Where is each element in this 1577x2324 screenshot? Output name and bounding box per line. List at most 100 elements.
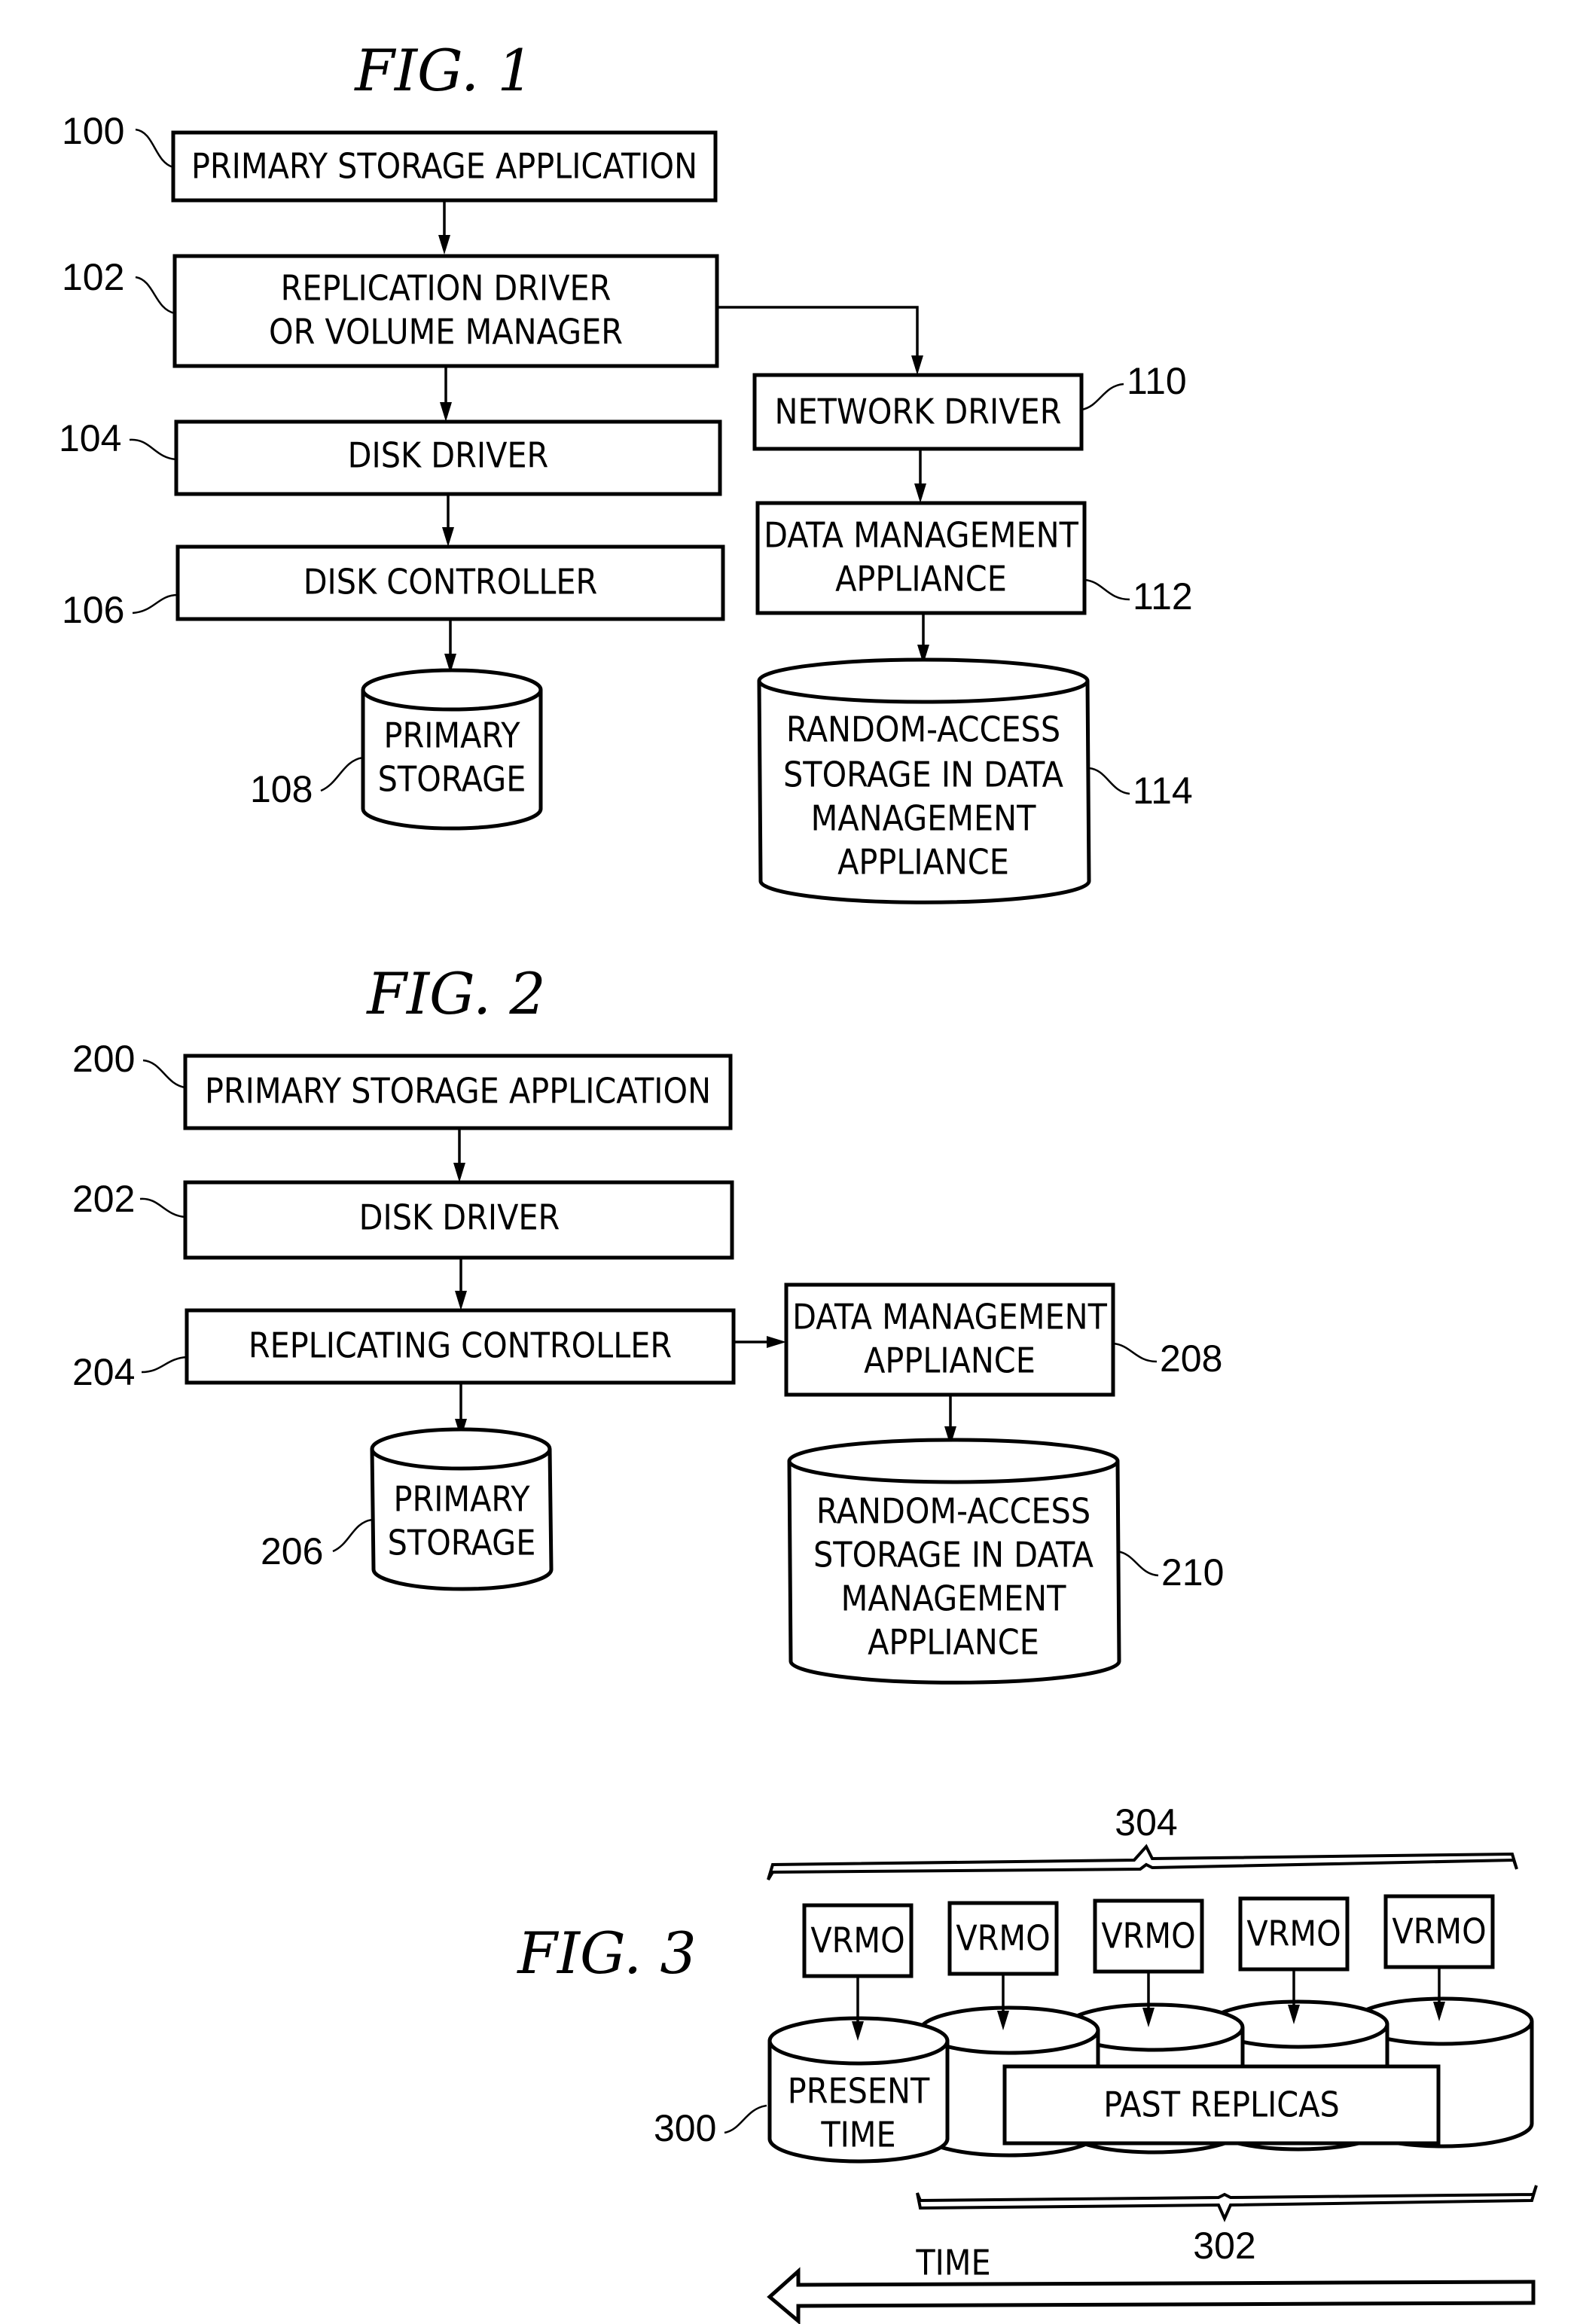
ref-104: 104	[59, 417, 121, 459]
box-108-line-2: STORAGE	[378, 759, 526, 800]
ref-204: 204	[72, 1351, 135, 1393]
box-210-line-1: RANDOM-ACCESS	[816, 1491, 1090, 1532]
vrmo-label: VRMO	[1392, 1911, 1486, 1952]
leader-104	[129, 438, 177, 461]
primary-storage-application-box: PRIMARY STORAGE APPLICATION	[171, 130, 718, 203]
figure-3: FIG. 3 304 VRMOVRMOVRMOVRMOVRMO PRESENT …	[516, 1801, 1538, 2324]
ref-112: 112	[1133, 575, 1193, 618]
past-replicas-box: PAST REPLICAS	[1002, 2064, 1441, 2146]
box-102-line-1: REPLICATION DRIVER	[281, 268, 612, 309]
box-208-line-2: APPLIANCE	[864, 1340, 1036, 1381]
box-104-label: DISK DRIVER	[348, 435, 549, 476]
box-200-label: PRIMARY STORAGE APPLICATION	[205, 1071, 711, 1112]
leader-106	[132, 593, 178, 615]
connector-102-110	[717, 306, 919, 363]
network-driver-box: NETWORK DRIVER	[752, 373, 1084, 451]
time-arrow-left-icon	[767, 2267, 1536, 2324]
vrmo-label: VRMO	[956, 1918, 1050, 1959]
disk-driver-box-2: DISK DRIVER	[183, 1180, 734, 1260]
leader-206	[332, 1518, 373, 1553]
figure-1-title: FIG. 1	[353, 37, 533, 104]
arrowhead-icon	[440, 402, 452, 422]
random-access-storage-cylinder: RANDOM-ACCESS STORAGE IN DATA MANAGEMENT…	[757, 657, 1091, 904]
ref-200: 200	[72, 1038, 135, 1080]
arrowhead-icon	[914, 483, 926, 503]
box-114-line-4: APPLIANCE	[837, 842, 1009, 883]
vrmo-label: VRMO	[1101, 1916, 1195, 1956]
box-208-line-1: DATA MANAGEMENT	[792, 1297, 1107, 1337]
ref-210: 210	[1161, 1551, 1224, 1594]
box-210-line-2: STORAGE IN DATA	[813, 1535, 1094, 1575]
leader-210	[1117, 1550, 1159, 1577]
box-206-line-2: STORAGE	[388, 1523, 536, 1563]
box-110-label: NETWORK DRIVER	[775, 392, 1062, 432]
leader-208	[1112, 1342, 1158, 1363]
arrowhead-icon	[455, 1291, 467, 1310]
box-112-line-1: DATA MANAGEMENT	[764, 515, 1078, 556]
arrowhead-icon	[442, 527, 454, 547]
arrowhead-icon	[767, 1336, 786, 1348]
figure-3-title: FIG. 3	[516, 1920, 696, 1987]
box-100-label: PRIMARY STORAGE APPLICATION	[191, 146, 697, 187]
box-114-line-3: MANAGEMENT	[811, 798, 1036, 839]
disk-driver-box: DISK DRIVER	[174, 419, 722, 496]
ref-108: 108	[250, 768, 313, 810]
ref-206: 206	[261, 1530, 323, 1572]
box-210-line-3: MANAGEMENT	[841, 1578, 1066, 1619]
figure-1: FIG. 1 PRIMARY STORAGE APPLICATION 100 R…	[59, 37, 1193, 904]
brace-302	[916, 2185, 1538, 2222]
ref-304: 304	[1115, 1801, 1177, 1844]
random-access-storage-cylinder-2: RANDOM-ACCESS STORAGE IN DATA MANAGEMENT…	[787, 1438, 1121, 1685]
box-114-line-1: RANDOM-ACCESS	[786, 709, 1060, 750]
box-108-line-1: PRIMARY	[384, 715, 521, 756]
box-112-line-2: APPLIANCE	[835, 559, 1007, 599]
vrmo-label: VRMO	[1246, 1914, 1341, 1954]
leader-102	[135, 276, 175, 315]
leader-108	[320, 756, 364, 792]
ref-208: 208	[1160, 1337, 1222, 1380]
box-114-line-2: STORAGE IN DATA	[783, 755, 1063, 795]
figure-2: FIG. 2 PRIMARY STORAGE APPLICATION 200 D…	[72, 960, 1224, 1685]
ref-300: 300	[654, 2107, 716, 2149]
figure-2-title: FIG. 2	[365, 960, 545, 1027]
ref-110: 110	[1127, 360, 1187, 402]
primary-storage-cylinder: PRIMARY STORAGE	[361, 668, 543, 831]
leader-200	[142, 1059, 186, 1089]
vrmo-label: VRMO	[810, 1920, 904, 1961]
box-204-label: REPLICATING CONTROLLER	[249, 1325, 672, 1366]
present-time-line-2: TIME	[820, 2115, 895, 2155]
patent-drawing-sheet: FIG. 1 PRIMARY STORAGE APPLICATION 100 R…	[59, 37, 1538, 2324]
box-102-line-2: OR VOLUME MANAGER	[269, 312, 623, 352]
replicating-controller-box: REPLICATING CONTROLLER	[185, 1308, 736, 1385]
leader-300	[724, 2104, 767, 2134]
brace-304	[767, 1844, 1518, 1881]
arrowhead-icon	[911, 355, 923, 375]
present-time-line-1: PRESENT	[788, 2071, 930, 2112]
leader-202	[139, 1197, 186, 1218]
disk-controller-box: DISK CONTROLLER	[175, 544, 725, 621]
data-management-appliance-box: DATA MANAGEMENT APPLIANCE	[755, 501, 1087, 615]
box-202-label: DISK DRIVER	[359, 1197, 560, 1238]
box-206-line-1: PRIMARY	[394, 1479, 531, 1520]
leader-114	[1088, 767, 1130, 795]
ref-114: 114	[1133, 770, 1193, 812]
data-management-appliance-box-2: DATA MANAGEMENT APPLIANCE	[784, 1282, 1115, 1397]
ref-302: 302	[1193, 2225, 1255, 2267]
leader-112	[1084, 578, 1130, 601]
leader-100	[135, 128, 174, 169]
arrowhead-icon	[438, 235, 450, 255]
arrowhead-icon	[453, 1163, 465, 1182]
past-replicas-label: PAST REPLICAS	[1103, 2085, 1340, 2125]
replication-driver-box: REPLICATION DRIVER OR VOLUME MANAGER	[172, 254, 719, 368]
box-106-label: DISK CONTROLLER	[304, 562, 598, 602]
ref-106: 106	[62, 589, 124, 631]
ref-202: 202	[72, 1178, 135, 1220]
time-label: TIME	[915, 2243, 990, 2283]
primary-storage-application-box-2: PRIMARY STORAGE APPLICATION	[183, 1054, 733, 1130]
leader-110	[1081, 383, 1124, 411]
leader-204	[141, 1356, 188, 1374]
ref-102: 102	[62, 256, 124, 298]
box-210-line-4: APPLIANCE	[868, 1622, 1039, 1663]
ref-100: 100	[62, 110, 124, 152]
primary-storage-cylinder-2: PRIMARY STORAGE	[370, 1427, 554, 1591]
